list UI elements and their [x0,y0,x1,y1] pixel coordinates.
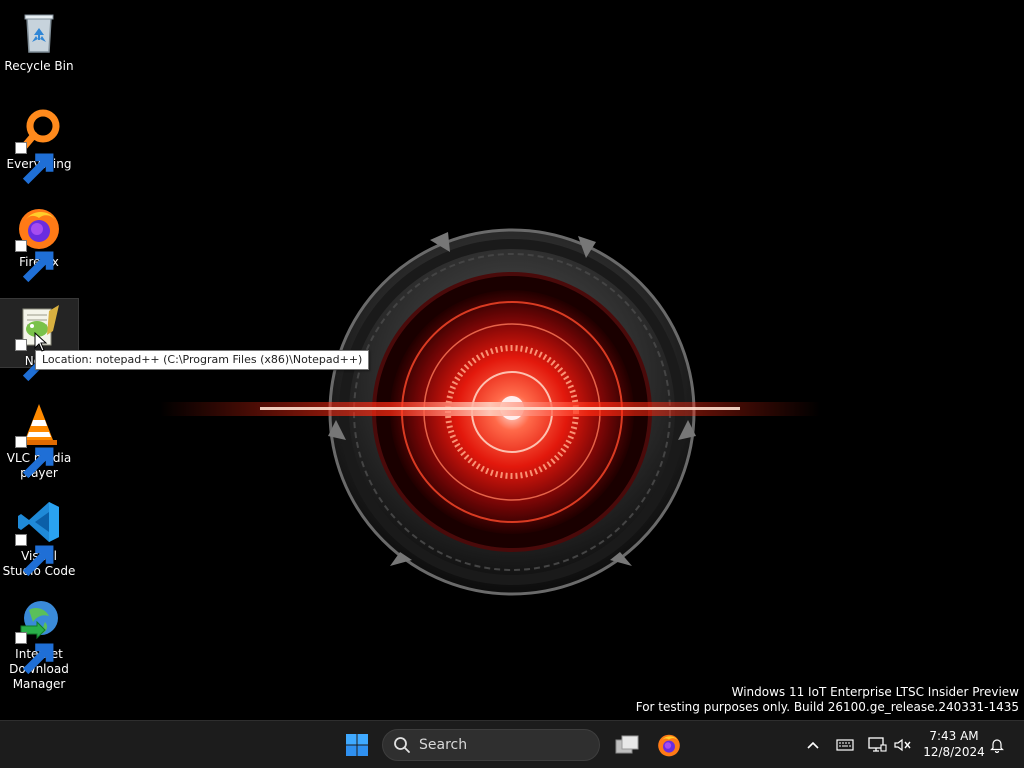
desktop-icon-label: Recycle Bin [4,59,74,73]
taskbar: Search 7:43 AM 12/8/2024 [0,720,1024,768]
shortcut-arrow-icon [15,534,54,577]
watermark-line-1: Windows 11 IoT Enterprise LTSC Insider P… [731,685,1019,699]
network-button[interactable] [866,727,888,763]
search-icon [394,737,410,753]
clock-time: 7:43 AM [929,729,979,743]
shortcut-arrow-icon [15,632,54,675]
watermark-line-2: For testing purposes only. Build 26100.g… [635,700,1019,714]
everything-search-icon [15,106,63,185]
desktop-icon-recycle-bin[interactable]: Recycle Bin [0,4,78,74]
bell-icon [990,739,1004,753]
desktop-icon-everything[interactable]: Everything [0,102,78,185]
idm-icon [15,596,63,675]
shortcut-arrow-icon [15,436,54,479]
firefox-icon [15,204,63,283]
keyboard-icon [836,739,854,751]
desktop-icon-vlc[interactable]: VLC media player [0,396,78,481]
windows-watermark: Windows 11 IoT Enterprise LTSC Insider P… [636,685,1019,715]
keyboard-button[interactable] [834,727,856,763]
search-placeholder: Search [419,737,468,753]
shortcut-arrow-icon [15,142,54,185]
desktop[interactable]: Recycle Bin Everything Firefox VLC media… [0,0,1024,720]
network-icon [868,737,887,752]
tooltip: Location: notepad++ (C:\Program Files (x… [35,350,370,370]
vlc-icon [15,400,63,479]
volume-muted-icon [894,738,911,752]
firefox-icon [658,734,680,757]
clock-date: 12/8/2024 [923,745,985,759]
volume-button[interactable] [892,727,914,763]
taskbar-clock[interactable]: 7:43 AM 12/8/2024 [922,728,986,760]
desktop-icon-firefox[interactable]: Firefox [0,200,78,283]
shortcut-arrow-icon [15,240,54,283]
desktop-icon-vscode[interactable]: Visual Studio Code [0,494,78,579]
desktop-icon-idm[interactable]: Internet Download Manager [0,592,78,692]
mouse-cursor-icon [34,332,48,352]
chevron-up-icon [807,741,819,749]
taskbar-firefox-button[interactable] [652,727,686,763]
taskbar-search-box[interactable]: Search [382,729,600,761]
vscode-icon [15,498,63,577]
recycle-bin-icon [15,8,63,56]
task-view-icon [615,735,639,754]
task-view-button[interactable] [610,727,644,763]
windows-logo-icon [346,734,368,756]
start-button[interactable] [340,727,374,763]
notifications-button[interactable] [986,727,1008,763]
show-hidden-icons-button[interactable] [802,727,824,763]
shortcut-arrow-icon [15,339,54,382]
